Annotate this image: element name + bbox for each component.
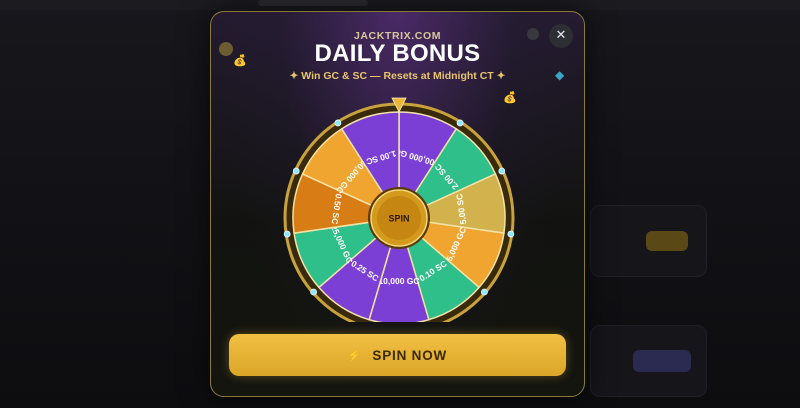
background-header xyxy=(0,0,800,10)
wheel-rim-light xyxy=(498,167,506,175)
modal-title: DAILY BONUS xyxy=(314,40,481,67)
wheel-rim-light xyxy=(283,230,291,238)
wheel-rim-light xyxy=(456,119,464,127)
wheel-rim-light xyxy=(310,288,317,296)
prize-wheel-graphic: 100,000 GC2.00 SC5.00 SC5,000 GC0.10 SC1… xyxy=(283,97,515,322)
background-header-chip xyxy=(258,0,368,6)
wheel-rim-light xyxy=(292,167,300,175)
wheel-segment-label: 10,000 GC xyxy=(378,276,419,286)
wheel-rim-light xyxy=(480,288,488,296)
lightning-icon: ⚡ xyxy=(347,349,363,362)
spin-hub-label: SPIN xyxy=(388,213,409,223)
spin-now-label: SPIN NOW xyxy=(372,347,448,363)
spin-now-button[interactable]: ⚡ SPIN NOW xyxy=(229,334,566,376)
prize-wheel[interactable]: 100,000 GC 2.00 SC 5.00 SC 5,000 GC 0.10 SC 1… xyxy=(281,96,517,322)
wheel-rim-light xyxy=(334,119,342,127)
background-badge xyxy=(646,231,688,251)
daily-bonus-modal: 💰 ◆ 💰 ✕ JACKTRIX.COM DAILY BONUS ✦ Win G… xyxy=(210,11,585,397)
background-badge xyxy=(633,350,691,372)
wheel-rim-light xyxy=(507,230,515,238)
modal-subtitle: ✦ Win GC & SC — Resets at Midnight CT ✦ xyxy=(289,70,506,82)
